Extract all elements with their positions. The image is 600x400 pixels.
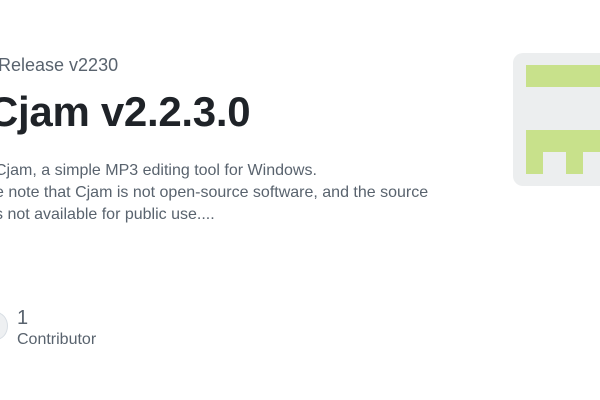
identicon-stub-left: [526, 152, 543, 174]
release-tag-label: Release v2230: [0, 55, 119, 75]
description-line-2: e note that Cjam is not open-source soft…: [0, 184, 429, 201]
identicon-top-band: [526, 65, 600, 87]
contributors-count: 1: [17, 307, 29, 329]
avatar-icon: [0, 312, 8, 340]
contributors-label: Contributor: [17, 331, 97, 348]
release-description: Cjam, a simple MP3 editing tool for Wind…: [0, 160, 475, 226]
identicon-stub-right: [566, 152, 583, 174]
description-line-3: s not available for public use....: [0, 206, 215, 223]
identicon-middle-band: [526, 130, 600, 152]
contributors-stat: 1 Contributor: [17, 306, 96, 350]
page-title: Cjam v2.2.3.0: [0, 88, 251, 135]
identicon-graphic: [513, 53, 600, 186]
description-line-1: Cjam, a simple MP3 editing tool for Wind…: [0, 162, 317, 179]
release-card: Release v2230 Cjam v2.2.3.0 Cjam, a simp…: [0, 0, 600, 400]
